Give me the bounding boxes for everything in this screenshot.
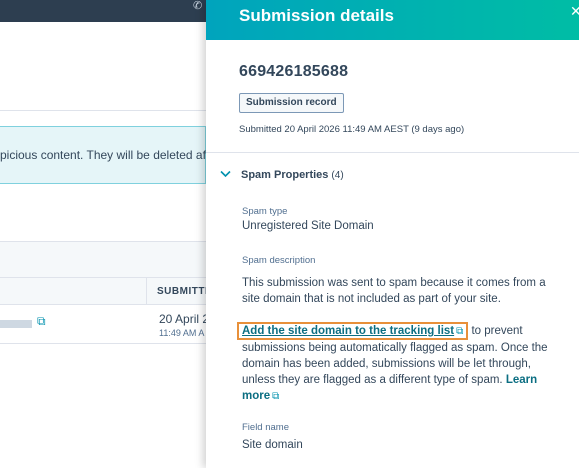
field-name-label: Field name	[242, 422, 289, 433]
spam-type-value: Unregistered Site Domain	[242, 220, 374, 232]
external-link-icon[interactable]: ⧉	[37, 314, 46, 329]
panel-header: Submission details ✕	[206, 0, 579, 40]
external-link-icon: ⧉	[272, 391, 280, 402]
section-title: Spam Properties	[241, 169, 329, 181]
table-row-divider	[0, 343, 206, 344]
page-divider	[0, 110, 206, 111]
spam-description-value: This submission was sent to spam because…	[242, 277, 546, 305]
close-icon[interactable]: ✕	[570, 2, 579, 20]
table-toolbar	[0, 241, 206, 277]
column-divider	[146, 277, 147, 305]
tracking-instructions: Add the site domain to the tracking list…	[237, 322, 564, 405]
spam-properties-toggle[interactable]: Spam Properties (4)	[220, 169, 344, 181]
tracking-link-highlight: Add the site domain to the tracking list…	[237, 322, 469, 340]
spam-description-label: Spam description	[242, 255, 316, 266]
field-name-value: Site domain	[242, 439, 303, 451]
submission-record-badge[interactable]: Submission record	[239, 93, 344, 113]
spam-type-label: Spam type	[242, 206, 288, 217]
phone-icon[interactable]: ✆	[193, 0, 205, 12]
section-count: (4)	[331, 169, 344, 181]
redacted-cell	[0, 320, 32, 328]
submission-id: 669426185688	[239, 63, 349, 80]
add-domain-tracking-link[interactable]: Add the site domain to the tracking list	[242, 325, 454, 337]
info-banner-text: picious content. They will be deleted af…	[0, 148, 206, 162]
panel-divider	[206, 152, 579, 153]
panel-title: Submission details	[239, 6, 394, 25]
row-submitted-time: 11:49 AM A	[159, 328, 205, 338]
chevron-down-icon	[220, 169, 234, 181]
submitted-timestamp: Submitted 20 April 2026 11:49 AM AEST (9…	[239, 124, 465, 135]
submission-details-panel: Submission details ✕ 669426185688 Submis…	[206, 0, 579, 468]
submitted-column-header[interactable]: SUBMITTE	[157, 286, 212, 297]
external-link-icon: ⧉	[456, 326, 464, 337]
row-submitted-date: 20 April 2	[159, 312, 210, 326]
